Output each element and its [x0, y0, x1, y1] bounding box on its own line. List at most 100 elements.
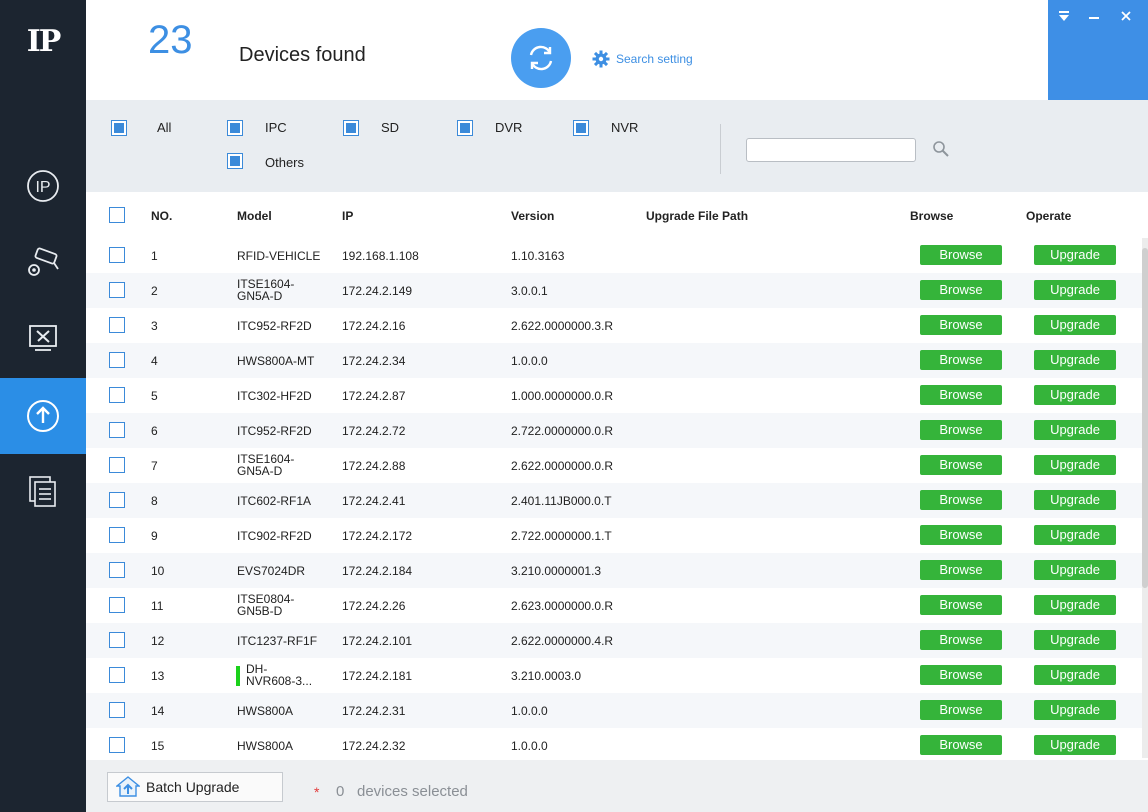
cell-ip: 172.24.2.181 [342, 669, 413, 683]
upload-circle-icon [27, 400, 59, 432]
upgrade-button[interactable]: Upgrade [1034, 630, 1116, 650]
scrollbar-thumb[interactable] [1142, 248, 1148, 588]
browse-button[interactable]: Browse [920, 420, 1002, 440]
row-checkbox[interactable] [109, 562, 125, 578]
row-checkbox[interactable] [109, 667, 125, 683]
row-checkbox[interactable] [109, 422, 125, 438]
table-row[interactable]: 7 ITSE1604- GN5A-D 172.24.2.88 2.622.000000… [86, 448, 1142, 483]
cell-version: 1.0.0.0 [511, 354, 548, 368]
filter-nvr-label: NVR [611, 120, 639, 135]
row-checkbox[interactable] [109, 317, 125, 333]
browse-button[interactable]: Browse [920, 525, 1002, 545]
table-row[interactable]: 5 ITC302-HF2D 172.24.2.87 1.000.0000000.0.R… [86, 378, 1142, 413]
table-row[interactable]: 6 ITC952-RF2D 172.24.2.72 2.722.0000000.0.R… [86, 413, 1142, 448]
browse-button[interactable]: Browse [920, 280, 1002, 300]
upgrade-button[interactable]: Upgrade [1034, 525, 1116, 545]
browse-button[interactable]: Browse [920, 315, 1002, 335]
cell-version: 2.722.0000000.0.R [511, 424, 614, 438]
filter-others-checkbox[interactable] [227, 153, 243, 169]
filter-dvr-label: DVR [495, 120, 523, 135]
sidebar-item-ip-search[interactable]: IP [0, 148, 86, 224]
search-button[interactable] [932, 140, 950, 161]
browse-button[interactable]: Browse [920, 630, 1002, 650]
search-input[interactable] [746, 138, 916, 162]
cell-ip: 172.24.2.26 [342, 599, 406, 613]
select-all-checkbox[interactable] [109, 207, 125, 223]
sidebar-item-tools[interactable] [0, 300, 86, 376]
sidebar-item-device-config[interactable] [0, 224, 86, 300]
browse-button[interactable]: Browse [920, 560, 1002, 580]
upgrade-button[interactable]: Upgrade [1034, 280, 1116, 300]
sidebar-item-upgrade[interactable] [0, 378, 86, 454]
table-row[interactable]: 3 ITC952-RF2D 172.24.2.16 2.622.0000000.3.R… [86, 308, 1142, 343]
window-controls [1048, 0, 1148, 100]
upgrade-button[interactable]: Upgrade [1034, 385, 1116, 405]
browse-button[interactable]: Browse [920, 490, 1002, 510]
cell-ip: 172.24.2.31 [342, 704, 406, 718]
cell-version: 2.401.11JB000.0.T [511, 494, 612, 508]
cell-model: ITC602-RF1A [237, 494, 312, 508]
row-checkbox[interactable] [109, 597, 125, 613]
table-row[interactable]: 4 HWS800A-MT 172.24.2.34 1.0.0.0 Browse Upgra… [86, 343, 1142, 378]
row-checkbox[interactable] [109, 632, 125, 648]
upgrade-button[interactable]: Upgrade [1034, 420, 1116, 440]
row-checkbox[interactable] [109, 492, 125, 508]
browse-button[interactable]: Browse [920, 735, 1002, 755]
device-status-indicator [236, 666, 240, 686]
filter-sd-checkbox[interactable] [343, 120, 359, 136]
row-checkbox[interactable] [109, 352, 125, 368]
upgrade-button[interactable]: Upgrade [1034, 455, 1116, 475]
table-row[interactable]: 8 ITC602-RF1A 172.24.2.41 2.401.11JB000.0.T… [86, 483, 1142, 518]
upgrade-button[interactable]: Upgrade [1034, 700, 1116, 720]
browse-button[interactable]: Browse [920, 350, 1002, 370]
upgrade-button[interactable]: Upgrade [1034, 560, 1116, 580]
filter-nvr-checkbox[interactable] [573, 120, 589, 136]
filter-dvr-checkbox[interactable] [457, 120, 473, 136]
camera-gear-icon [28, 247, 59, 276]
filter-all-checkbox[interactable] [111, 120, 127, 136]
table-row[interactable]: 13 DH- NVR608-3... 172.24.2.181 3.210.0003.… [86, 658, 1142, 693]
upgrade-button[interactable]: Upgrade [1034, 735, 1116, 755]
row-checkbox[interactable] [109, 737, 125, 753]
upgrade-button[interactable]: Upgrade [1034, 245, 1116, 265]
table-scrollbar[interactable] [1142, 238, 1148, 758]
filter-ipc-checkbox[interactable] [227, 120, 243, 136]
row-checkbox[interactable] [109, 247, 125, 263]
table-row[interactable]: 10 EVS7024DR 172.24.2.184 3.210.0000001.3 Br… [86, 553, 1142, 588]
table-row[interactable]: 12 ITC1237-RF1F 172.24.2.101 2.622.0000000.… [86, 623, 1142, 658]
table-row[interactable]: 1 RFID-VEHICLE 192.168.1.108 1.10.3163 Brows… [86, 238, 1142, 273]
app-logo: IP [26, 24, 62, 59]
table-row[interactable]: 2 ITSE1604- GN5A-D 172.24.2.149 3.0.0.1 Brow… [86, 273, 1142, 308]
cell-version: 3.210.0000001.3 [511, 564, 602, 578]
upgrade-button[interactable]: Upgrade [1034, 315, 1116, 335]
table-row[interactable]: 14 HWS800A 172.24.2.31 1.0.0.0 Browse Upgrade [86, 693, 1142, 728]
table-row[interactable]: 9 ITC902-RF2D 172.24.2.172 2.722.0000000.1.… [86, 518, 1142, 553]
upgrade-button[interactable]: Upgrade [1034, 350, 1116, 370]
browse-button[interactable]: Browse [920, 245, 1002, 265]
menu-dropdown-icon[interactable] [1058, 10, 1070, 26]
upgrade-button[interactable]: Upgrade [1034, 490, 1116, 510]
browse-button[interactable]: Browse [920, 665, 1002, 685]
row-checkbox[interactable] [109, 282, 125, 298]
browse-button[interactable]: Browse [920, 385, 1002, 405]
batch-upgrade-button[interactable]: Batch Upgrade [107, 772, 283, 802]
upgrade-button[interactable]: Upgrade [1034, 595, 1116, 615]
close-icon[interactable] [1120, 10, 1132, 26]
cell-no: 14 [151, 704, 165, 718]
browse-button[interactable]: Browse [920, 455, 1002, 475]
row-checkbox[interactable] [109, 527, 125, 543]
row-checkbox[interactable] [109, 457, 125, 473]
minimize-icon[interactable] [1088, 10, 1100, 26]
row-checkbox[interactable] [109, 702, 125, 718]
upgrade-button[interactable]: Upgrade [1034, 665, 1116, 685]
refresh-button[interactable] [511, 28, 571, 88]
cell-no: 12 [151, 634, 165, 648]
browse-button[interactable]: Browse [920, 595, 1002, 615]
col-model: Model [237, 209, 272, 223]
search-setting-link[interactable]: Search setting [592, 50, 693, 68]
table-row[interactable]: 15 HWS800A 172.24.2.32 1.0.0.0 Browse Upgrade [86, 728, 1142, 763]
table-row[interactable]: 11 ITSE0804- GN5B-D 172.24.2.26 2.623.00000… [86, 588, 1142, 623]
row-checkbox[interactable] [109, 387, 125, 403]
browse-button[interactable]: Browse [920, 700, 1002, 720]
sidebar-item-docs[interactable] [0, 454, 86, 530]
